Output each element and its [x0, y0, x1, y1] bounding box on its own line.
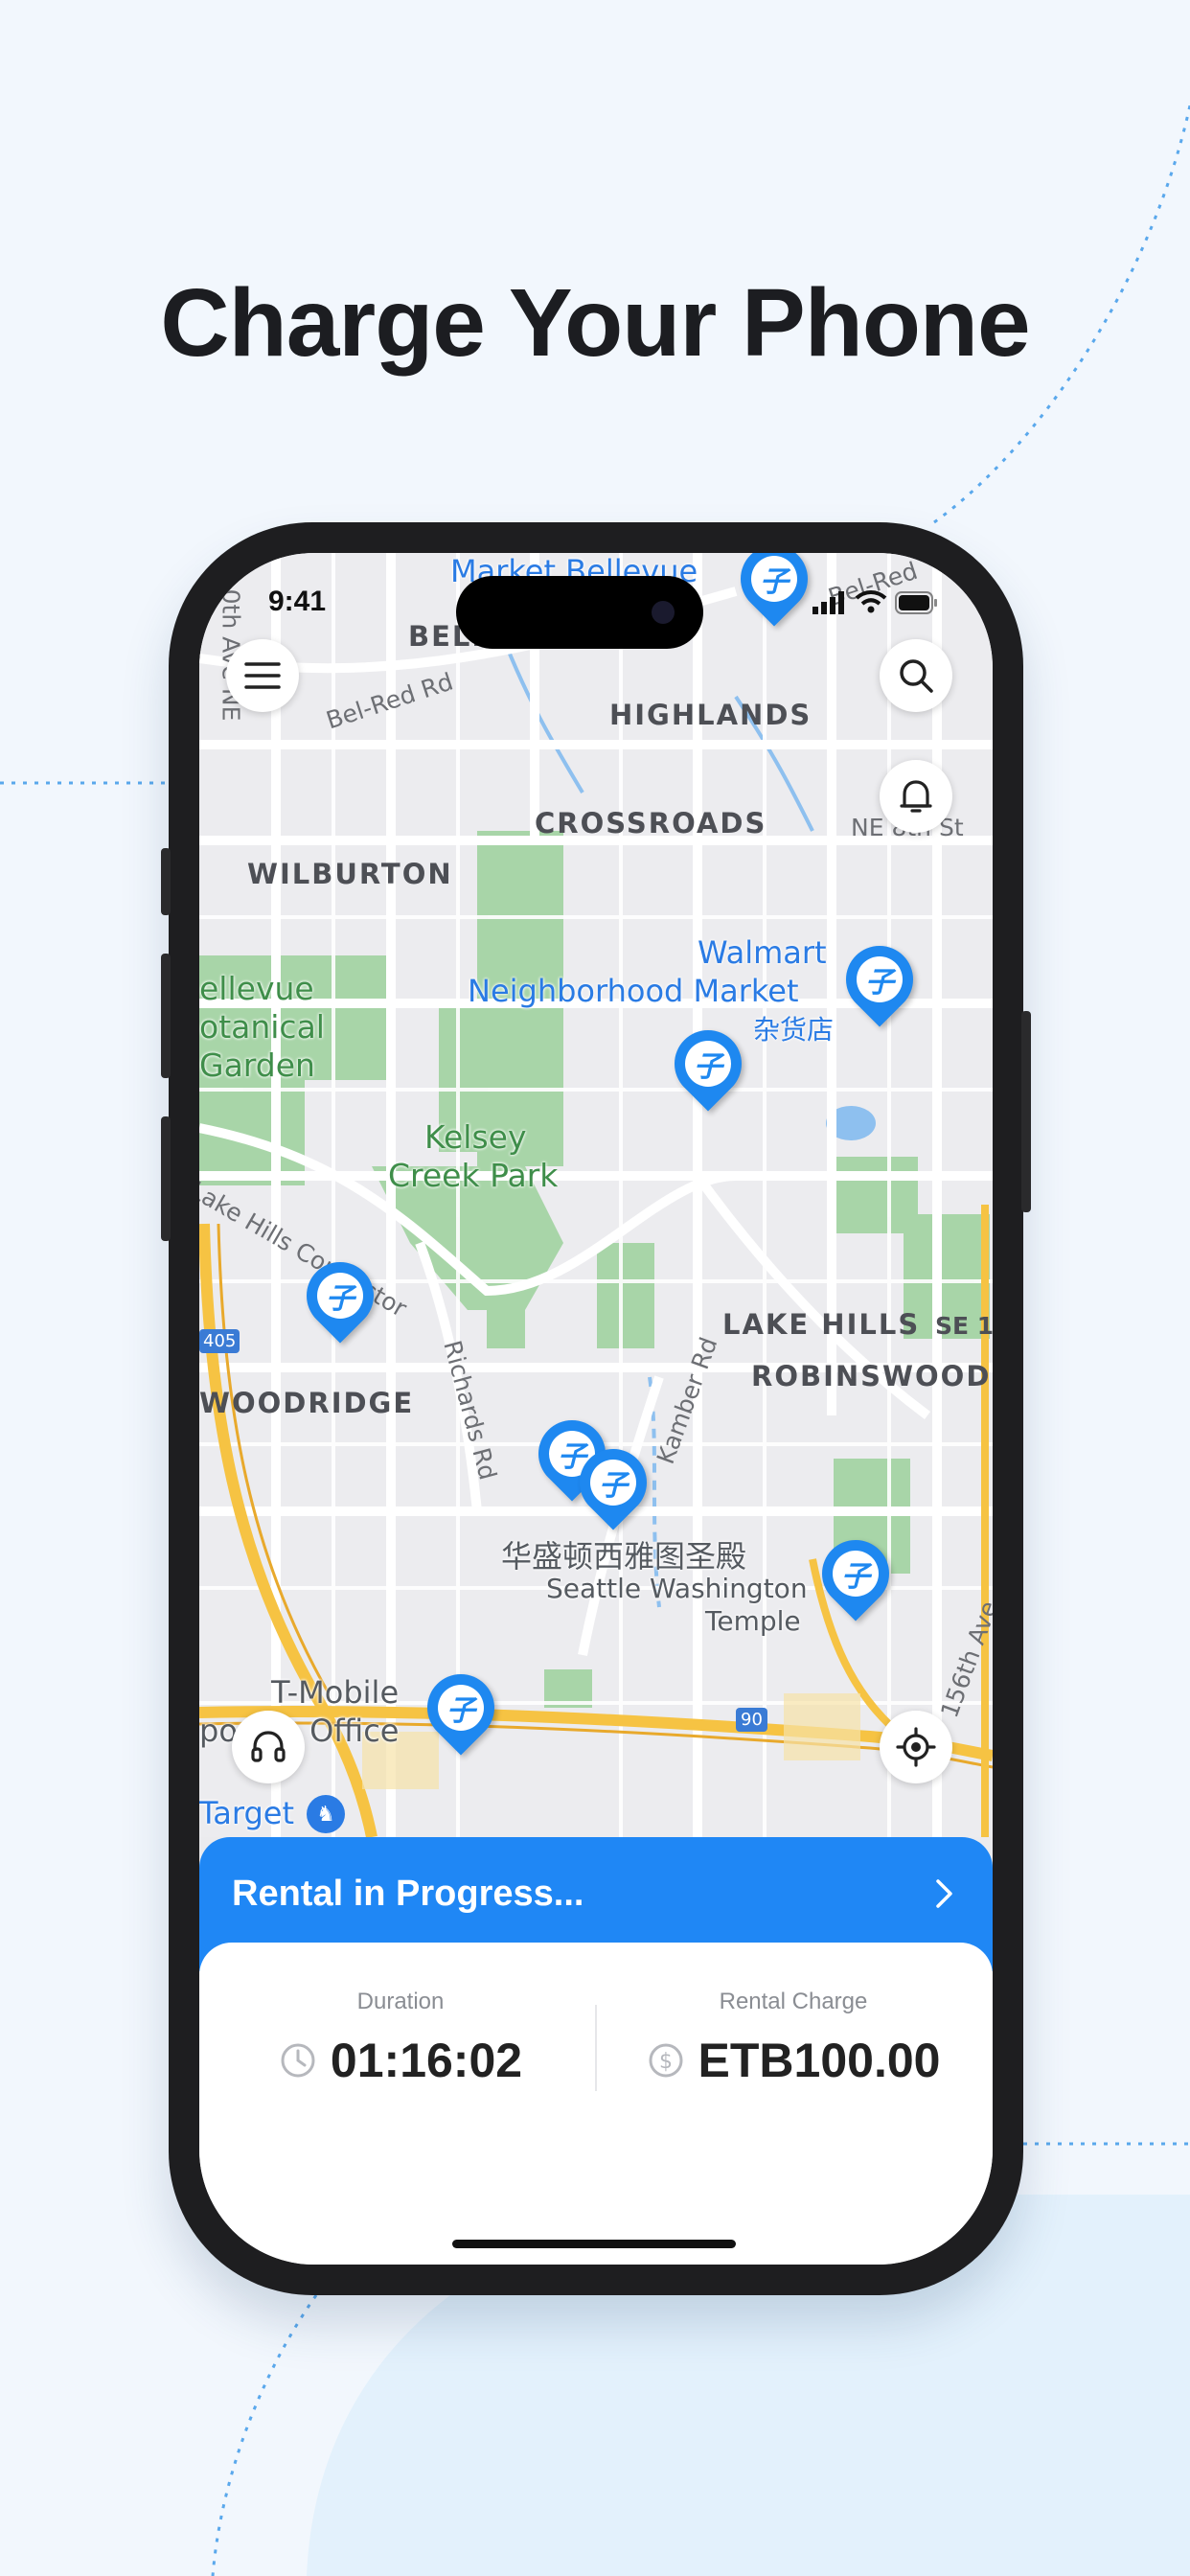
target-bag-icon: ♞ — [307, 1795, 345, 1833]
place-label: T-Mobile — [271, 1674, 400, 1711]
duration-stat: Duration 01:16:02 — [218, 1989, 583, 2088]
place-label: Seattle Washington — [546, 1573, 808, 1604]
duration-label: Duration — [356, 1989, 445, 2014]
support-button[interactable] — [232, 1711, 305, 1783]
signal-icon — [812, 591, 844, 614]
locate-button[interactable] — [880, 1711, 952, 1783]
place-label: Garden — [199, 1046, 315, 1084]
district-label: HIGHLANDS — [609, 699, 812, 731]
highway-shield: 90 — [736, 1708, 767, 1732]
duration-value: 01:16:02 — [330, 2034, 523, 2087]
headset-icon — [251, 1731, 286, 1762]
map-view[interactable]: BELLEVUE HIGHLANDS CROSSROADS WILBURTON … — [199, 553, 993, 1837]
status-time: 9:41 — [268, 586, 327, 617]
chevron-right-icon — [936, 1879, 952, 1908]
wifi-icon — [855, 590, 887, 613]
place-label: 华盛顿西雅图圣殿 — [501, 1538, 747, 1575]
search-button[interactable] — [880, 639, 952, 712]
place-label: Kelsey — [424, 1118, 527, 1156]
place-label: Walmart — [698, 934, 827, 971]
page-headline: Charge Your Phone — [160, 269, 1030, 377]
charge-stat: Rental Charge $ ETB100.00 — [611, 1989, 975, 2088]
district-label: ROBINSWOOD — [751, 1360, 992, 1392]
menu-icon — [244, 662, 281, 689]
dynamic-island — [456, 576, 703, 649]
menu-button[interactable] — [226, 639, 299, 712]
map-canvas — [199, 553, 993, 1837]
district-label: WOODRIDGE — [199, 1387, 415, 1419]
home-indicator — [452, 2240, 736, 2248]
place-label: Creek Park — [388, 1157, 559, 1194]
road-label: SE 1 — [935, 1312, 993, 1340]
stat-divider — [595, 2005, 597, 2091]
place-label: otanical — [199, 1008, 325, 1046]
clock-icon — [281, 2043, 315, 2078]
highway-shield: 405 — [199, 1329, 240, 1353]
rental-card: Duration 01:16:02 Rental Charge $ ETB100… — [199, 1943, 993, 2265]
place-label: 杂货店 — [753, 1014, 835, 1046]
district-label: WILBURTON — [247, 858, 453, 890]
district-label: CROSSROADS — [535, 807, 767, 840]
place-label: ellevue — [199, 970, 314, 1007]
charge-value: ETB100.00 — [698, 2034, 941, 2087]
bell-icon — [900, 780, 932, 813]
search-icon — [900, 659, 933, 693]
phone-frame: BELLEVUE HIGHLANDS CROSSROADS WILBURTON … — [161, 522, 1031, 2295]
status-bar: 9:41 — [199, 553, 993, 649]
svg-text:$: $ — [659, 2050, 673, 2074]
coin-icon: $ — [649, 2043, 683, 2078]
place-label: Neighborhood Market — [468, 973, 799, 1009]
place-label: Target — [199, 1795, 294, 1831]
district-label: LAKE HILLS — [722, 1308, 921, 1341]
battery-icon — [895, 591, 937, 614]
notifications-button[interactable] — [880, 760, 952, 833]
charge-label: Rental Charge — [719, 1989, 868, 2014]
locate-icon — [896, 1727, 936, 1767]
banner-label: Rental in Progress... — [232, 1874, 584, 1914]
app-screen: BELLEVUE HIGHLANDS CROSSROADS WILBURTON … — [199, 553, 993, 2265]
place-label: Temple — [705, 1605, 801, 1637]
